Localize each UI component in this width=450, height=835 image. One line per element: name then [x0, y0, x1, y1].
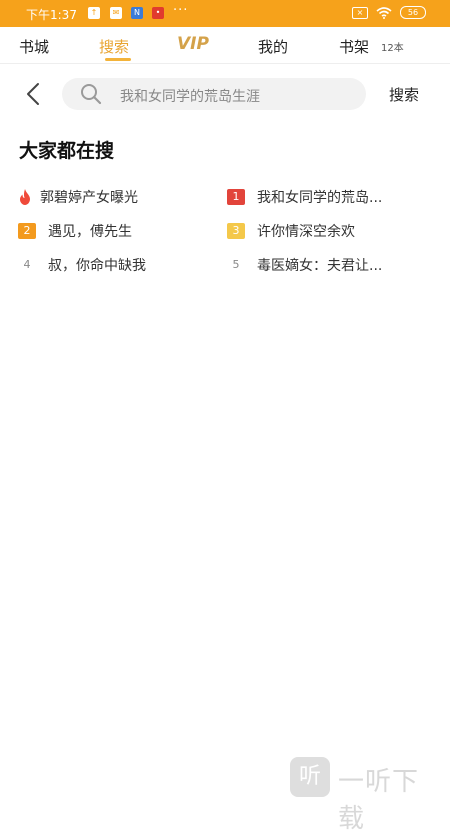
search-button[interactable]: 搜索: [389, 84, 419, 105]
rank-number: 5: [232, 258, 240, 271]
status-time: 下午1:37: [26, 8, 77, 22]
search-icon: [81, 84, 102, 105]
bookshelf-count: 12本: [381, 43, 404, 54]
tab-search[interactable]: 搜索: [99, 36, 129, 57]
watermark-text: 一听下载: [338, 767, 420, 834]
status-bar: 下午1:37 ↑ ✉ N • ··· × 56: [0, 0, 450, 27]
tab-vip[interactable]: VIP: [177, 34, 209, 54]
watermark-logo: 听 一听下载: [290, 757, 440, 834]
top-tab-bar: 书城 搜索 VIP 我的 书架 12本: [0, 27, 450, 64]
tab-mine[interactable]: 我的: [258, 36, 288, 57]
wifi-icon: [376, 6, 392, 19]
watermark-badge: 听: [290, 757, 330, 797]
rank-badge: 1: [227, 189, 245, 205]
hot-search-item[interactable]: 4 叔，你命中缺我: [18, 254, 147, 276]
hot-search-text: 叔，你命中缺我: [48, 258, 146, 274]
app-notification-icon: N: [131, 7, 143, 19]
no-sim-icon: ×: [352, 6, 368, 19]
news-notification-icon: •: [152, 7, 164, 19]
rank-badge: 3: [227, 223, 245, 239]
hot-search-item[interactable]: 2 遇见，傅先生: [18, 220, 132, 242]
hot-search-title: 大家都在搜: [19, 140, 115, 162]
search-input[interactable]: 我和女同学的荒岛生涯: [62, 78, 366, 110]
active-tab-indicator: [105, 58, 131, 61]
hot-search-text: 遇见，傅先生: [48, 224, 132, 240]
message-notification-icon: ✉: [110, 7, 122, 19]
hot-search-item[interactable]: 郭碧婷产女曝光: [18, 186, 138, 208]
rank-badge: 2: [18, 223, 36, 239]
hot-search-item[interactable]: 1 我和女同学的荒岛...: [227, 186, 382, 208]
search-placeholder: 我和女同学的荒岛生涯: [120, 89, 260, 105]
battery-icon: 56: [400, 6, 426, 19]
back-arrow-icon[interactable]: [22, 82, 46, 106]
tab-bookstore[interactable]: 书城: [19, 36, 49, 57]
hot-search-text: 毒医嫡女：夫君让...: [257, 258, 383, 274]
hot-search-text: 我和女同学的荒岛...: [257, 190, 383, 206]
hot-search-text: 许你情深空余欢: [257, 224, 355, 240]
upload-notification-icon: ↑: [88, 7, 100, 19]
more-notifications-icon: ···: [173, 3, 189, 18]
tab-bookshelf[interactable]: 书架: [339, 36, 369, 57]
rank-number: 4: [23, 258, 31, 271]
hot-search-text: 郭碧婷产女曝光: [40, 190, 138, 206]
hot-search-item[interactable]: 3 许你情深空余欢: [227, 220, 355, 242]
fire-icon: [20, 189, 30, 205]
hot-search-item[interactable]: 5 毒医嫡女：夫君让...: [227, 254, 383, 276]
